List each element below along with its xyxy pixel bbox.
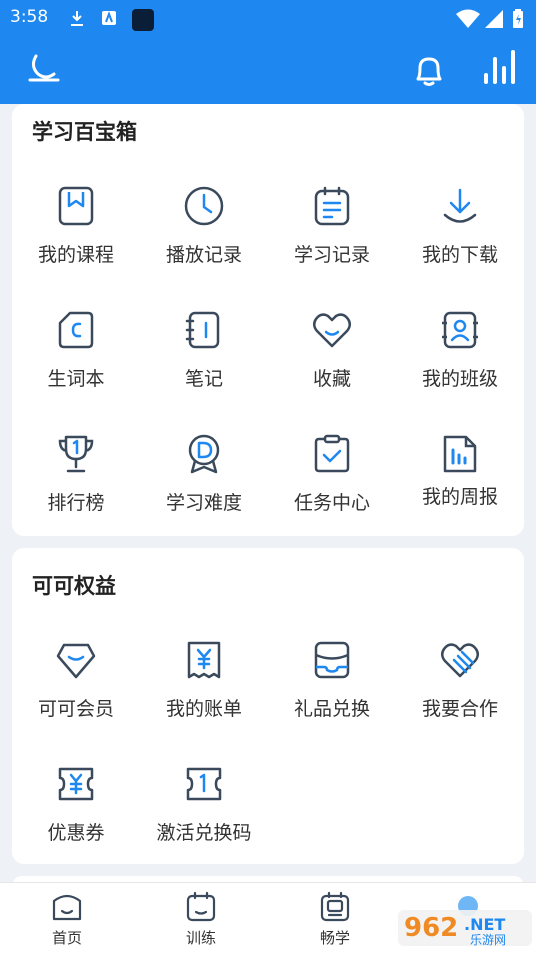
tile-label: 笔记 xyxy=(184,368,223,390)
tile-coupons[interactable]: 优惠券 xyxy=(12,764,140,874)
tile-vocab-book[interactable]: 生词本 xyxy=(12,310,140,420)
note-icon xyxy=(185,311,220,349)
tile-play-history[interactable]: 播放记录 xyxy=(140,186,268,296)
tile-label: 我的账单 xyxy=(165,698,242,720)
training-icon xyxy=(186,891,216,922)
tab-label: 畅学 xyxy=(319,929,350,947)
download-icon xyxy=(443,188,477,223)
tile-favorites[interactable]: 收藏 xyxy=(268,310,396,420)
night-mode-icon[interactable] xyxy=(26,52,62,86)
stats-icon[interactable] xyxy=(482,48,522,88)
diamond-icon xyxy=(56,643,96,679)
weekly-report-icon xyxy=(443,435,477,473)
app-bar xyxy=(0,36,536,104)
tile-my-courses[interactable]: 我的课程 xyxy=(12,186,140,296)
tile-label: 生词本 xyxy=(47,368,105,390)
tile-cooperation[interactable]: 我要合作 xyxy=(396,640,524,750)
status-bar: 3:58 xyxy=(0,0,536,36)
download-status-icon xyxy=(71,11,83,26)
status-time: 3:58 xyxy=(10,7,49,27)
benefits-card: 可可权益 可可会员 我的账单 礼品兑换 我要合作 优惠券 激活兑换码 xyxy=(12,548,524,864)
tile-my-downloads[interactable]: 我的下载 xyxy=(396,186,524,296)
svg-text:乐游网: 乐游网 xyxy=(470,933,506,947)
tile-label: 我的周报 xyxy=(421,486,498,508)
vocab-book-icon xyxy=(58,311,94,349)
medal-icon xyxy=(188,434,220,474)
tile-label: 学习难度 xyxy=(165,492,242,514)
tile-weekly-report[interactable]: 我的周报 xyxy=(396,434,524,544)
task-clipboard-icon xyxy=(314,434,350,473)
tile-notes[interactable]: 笔记 xyxy=(140,310,268,420)
bell-icon[interactable] xyxy=(411,52,447,88)
wifi-icon xyxy=(456,9,480,28)
tab-label: 训练 xyxy=(185,929,216,947)
notepad-icon xyxy=(314,186,350,226)
tab-label: 首页 xyxy=(51,929,82,947)
tile-my-class[interactable]: 我的班级 xyxy=(396,310,524,420)
svg-text:962: 962 xyxy=(404,913,458,943)
tile-label: 学习记录 xyxy=(293,244,370,266)
tile-label: 任务中心 xyxy=(293,492,370,514)
tile-label: 收藏 xyxy=(312,368,351,390)
bookmark-book-icon xyxy=(58,186,94,226)
tile-label: 礼品兑换 xyxy=(293,698,370,720)
tile-study-record[interactable]: 学习记录 xyxy=(268,186,396,296)
tile-label: 激活兑换码 xyxy=(156,822,252,844)
bill-icon xyxy=(187,641,221,679)
class-icon xyxy=(442,311,478,349)
heart-icon xyxy=(313,313,351,348)
svg-text:.NET: .NET xyxy=(464,915,505,934)
home-icon xyxy=(52,894,82,921)
tile-gift-exchange[interactable]: 礼品兑换 xyxy=(268,640,396,750)
tile-label: 我的课程 xyxy=(37,244,114,266)
tile-label: 我的下载 xyxy=(421,244,498,266)
clock-icon xyxy=(184,186,224,226)
tile-label: 我要合作 xyxy=(421,698,498,720)
tile-vip[interactable]: 可可会员 xyxy=(12,640,140,750)
tile-my-bills[interactable]: 我的账单 xyxy=(140,640,268,750)
tile-label: 播放记录 xyxy=(165,244,242,266)
notification-status-icon xyxy=(132,9,154,31)
signal-icon xyxy=(485,10,503,28)
toolbox-title: 学习百宝箱 xyxy=(32,120,137,144)
redeem-code-icon xyxy=(186,767,222,801)
tile-label: 优惠券 xyxy=(47,822,105,844)
tab-training[interactable]: 训练 xyxy=(134,883,268,955)
tile-label: 排行榜 xyxy=(47,492,105,514)
tile-difficulty[interactable]: 学习难度 xyxy=(140,434,268,544)
tile-redeem-code[interactable]: 激活兑换码 xyxy=(140,764,268,874)
toolbox-card: 学习百宝箱 我的课程 播放记录 学习记录 我的下载 生词本 笔记 收藏 我的班级… xyxy=(12,104,524,536)
app-status-icon xyxy=(102,11,116,25)
tile-leaderboard[interactable]: 排行榜 xyxy=(12,434,140,544)
tab-study[interactable]: 畅学 xyxy=(268,883,402,955)
battery-icon xyxy=(513,9,523,28)
benefits-title: 可可权益 xyxy=(32,574,116,598)
gift-box-icon xyxy=(314,641,350,679)
handshake-heart-icon xyxy=(441,643,479,678)
study-icon xyxy=(320,891,350,922)
tile-label: 可可会员 xyxy=(37,698,114,720)
watermark-logo: 962 .NET 乐游网 xyxy=(398,896,532,948)
tab-home[interactable]: 首页 xyxy=(0,883,134,955)
coupon-icon xyxy=(58,767,94,801)
tile-label: 我的班级 xyxy=(421,368,498,390)
trophy-icon xyxy=(58,435,94,473)
tile-task-center[interactable]: 任务中心 xyxy=(268,434,396,544)
